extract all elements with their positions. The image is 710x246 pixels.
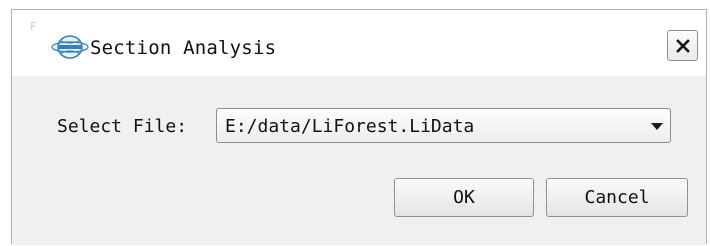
window-title: Section Analysis bbox=[90, 37, 277, 59]
section-analysis-dialog: F Section Analysis Select File: E:/data/… bbox=[11, 9, 707, 245]
chevron-down-icon bbox=[651, 123, 663, 130]
close-button[interactable] bbox=[667, 30, 698, 61]
dialog-content: Select File: E:/data/LiForest.LiData OK … bbox=[12, 76, 706, 245]
app-logo-icon bbox=[51, 34, 89, 60]
select-file-label: Select File: bbox=[57, 116, 188, 137]
file-select-value: E:/data/LiForest.LiData bbox=[225, 116, 475, 137]
file-select-dropdown[interactable]: E:/data/LiForest.LiData bbox=[216, 108, 671, 143]
cancel-button[interactable]: Cancel bbox=[546, 178, 688, 217]
system-menu-glyph: F bbox=[30, 20, 37, 33]
title-bar[interactable]: F Section Analysis bbox=[12, 10, 706, 76]
close-icon bbox=[675, 38, 690, 53]
ok-button[interactable]: OK bbox=[394, 178, 534, 217]
